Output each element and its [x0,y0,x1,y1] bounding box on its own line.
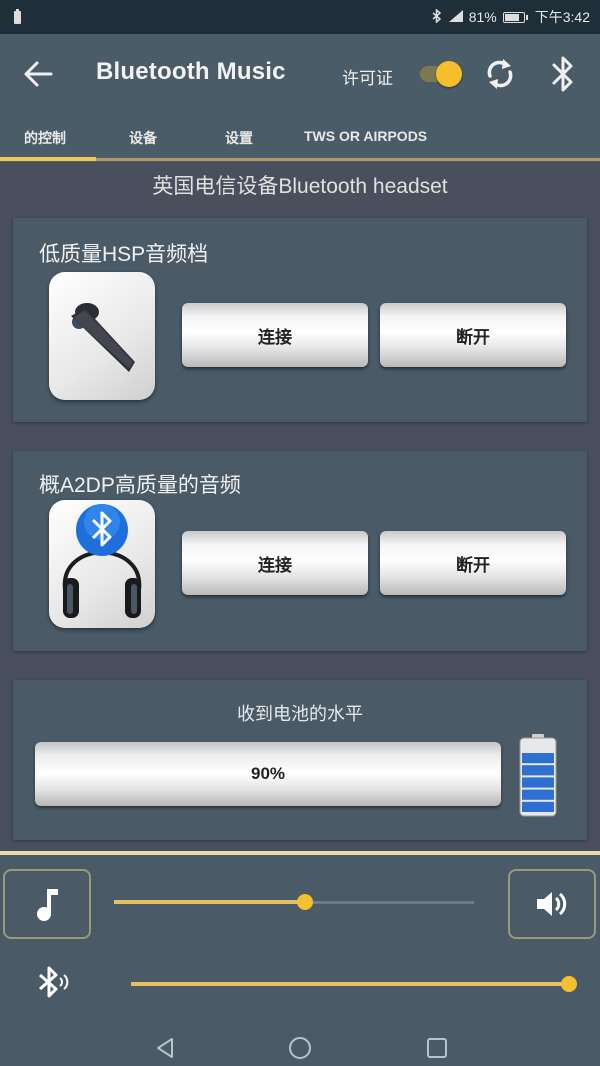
a2dp-profile-title: 概A2DP高质量的音频 [39,474,241,497]
speaker-icon [537,892,567,916]
nav-back-button[interactable] [150,1035,180,1061]
tab-controls[interactable]: 的控制 [24,128,66,148]
hsp-profile-card: 低质量HSP音频档 连接 断开 [13,218,587,422]
volume-controls-panel [0,855,600,1066]
app-bar: Bluetooth Music 许可证 [0,34,600,114]
app-title: Bluetooth Music [96,58,286,85]
bluetooth-icon [552,56,573,92]
license-label: 许可证 [342,69,393,88]
a2dp-disconnect-button[interactable]: 断开 [380,531,566,595]
status-bar: 81% 下午3:42 [0,0,600,34]
tab-devices[interactable]: 设备 [129,128,157,148]
battery-cell [522,801,554,812]
bluetooth-status-icon [431,7,443,26]
battery-cell [522,765,554,776]
tab-settings[interactable]: 设置 [225,128,253,148]
a2dp-connect-button[interactable]: 连接 [182,531,368,595]
battery-percent: 81% [468,9,497,25]
device-name: 英国电信设备Bluetooth headset [152,175,448,198]
nav-home-button[interactable] [285,1035,315,1061]
bluetooth-volume-knob[interactable] [561,976,577,992]
battery-level-card: 收到电池的水平 90% [13,680,587,840]
battery-icon [502,11,528,23]
volume-button[interactable] [508,869,596,939]
hsp-connect-button[interactable]: 连接 [182,303,368,367]
nav-home-icon [289,1037,311,1059]
battery-level-bar: 90% [35,742,501,806]
sim-battery-icon [14,8,21,24]
music-volume-knob[interactable] [296,894,313,910]
bluetooth-button[interactable] [548,52,578,96]
headset-earpiece-image [49,272,155,400]
back-arrow-icon [24,61,53,87]
bluetooth-headphones-image [49,500,155,628]
battery-cell [522,789,554,800]
tab-indicator [0,157,96,161]
music-note-icon [37,889,58,921]
refresh-icon [487,59,513,89]
nav-recents-icon [427,1038,447,1058]
hsp-profile-title: 低质量HSP音频档 [39,243,209,266]
nav-recents-button[interactable] [422,1035,452,1061]
tab-tws-airpods[interactable]: TWS OR AIRPODS [304,128,427,144]
nav-back-icon [157,1038,173,1058]
back-button[interactable] [20,56,56,92]
battery-level-title: 收到电池的水平 [237,704,363,724]
clock: 下午3:42 [534,9,590,25]
music-volume-fill [114,900,305,904]
refresh-button[interactable] [482,54,518,94]
bluetooth-audio-icon [36,963,76,1003]
tab-bar: 的控制 设备 设置 TWS OR AIRPODS [0,114,600,162]
bluetooth-volume-slider[interactable] [131,974,577,994]
battery-cell [522,753,554,764]
battery-cell [522,777,554,788]
bluetooth-volume-fill [131,982,569,986]
signal-icon [448,9,463,25]
music-volume-slider[interactable] [114,892,474,912]
license-toggle[interactable] [420,61,464,87]
music-button[interactable] [3,869,91,939]
a2dp-profile-card: 概A2DP高质量的音频 连接 断开 [13,451,587,651]
battery-level-icon [516,734,560,818]
toggle-thumb [436,61,462,87]
system-nav-bar [0,1035,600,1066]
battery-level-text: 90% [250,764,286,783]
hsp-disconnect-button[interactable]: 断开 [380,303,566,367]
